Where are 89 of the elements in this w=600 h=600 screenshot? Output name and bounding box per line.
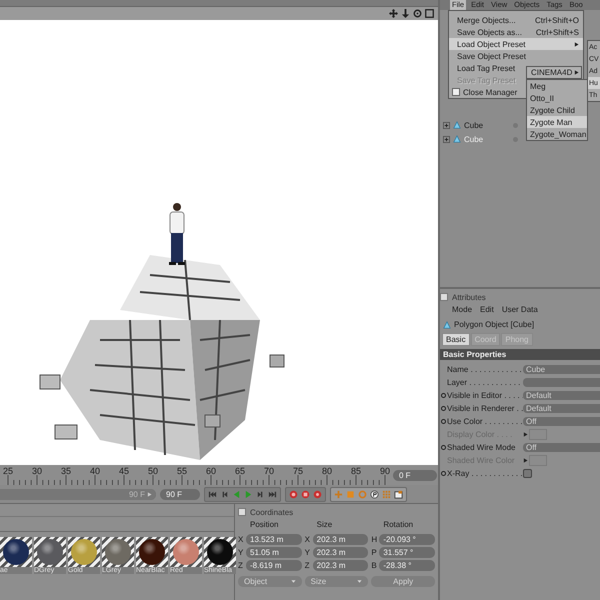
object-title: Polygon Object [Cube] [454, 320, 534, 329]
menu-entry[interactable]: Merge Objects... Ctrl+Shift+O [449, 14, 583, 26]
value-field[interactable]: 202.3 m [312, 534, 368, 545]
property-label: X-Ray . . . . . . . . . . . . [447, 469, 523, 478]
menu-entry[interactable]: Save Object Preset [449, 50, 530, 62]
dropdown[interactable]: Default [523, 404, 600, 413]
section-header: Basic Properties [440, 349, 600, 360]
dropdown[interactable]: Off [523, 417, 600, 426]
menu-entry[interactable]: Save Objects as... Ctrl+Shift+S [449, 26, 583, 38]
dropdown[interactable]: Default [523, 391, 600, 400]
end-frame-field[interactable]: 90 F [160, 488, 200, 500]
value-field[interactable]: 202.3 m [312, 547, 368, 558]
menu-item[interactable]: User Data [502, 305, 538, 314]
panel-title: Attributes [452, 292, 486, 302]
menu-entry[interactable]: Otto_II [527, 92, 587, 104]
value-field[interactable]: 13.523 m [246, 534, 302, 545]
property-label: Visible in Renderer . . [447, 404, 523, 413]
panel-title: Coordinates [250, 508, 294, 516]
axis-label: P [371, 548, 378, 557]
axis-label: Z [238, 561, 244, 570]
play-arrow-icon [147, 492, 152, 496]
axis-label: B [371, 561, 378, 570]
column-header: Size [316, 520, 334, 531]
caret-icon [357, 579, 362, 584]
size-dropdown[interactable]: Size [304, 576, 368, 587]
axis-label: X [304, 535, 311, 544]
submenu-entry[interactable]: CINEMA4D [526, 66, 582, 79]
menu-entry[interactable]: Load Object Preset [449, 38, 583, 50]
move-icon[interactable] [389, 9, 398, 18]
go-to-end-icon[interactable] [268, 490, 277, 498]
value-field[interactable]: 51.05 m [246, 547, 302, 558]
rotate-icon[interactable] [413, 9, 422, 18]
axis-label: Z [304, 561, 311, 570]
expand-icon[interactable] [443, 136, 450, 142]
submenu-arrow-icon [574, 70, 580, 75]
axis-label: H [371, 535, 378, 544]
value-field[interactable]: 202.3 m [312, 560, 368, 571]
submenu-arrow-icon [574, 42, 579, 46]
apply-button[interactable]: Apply [371, 576, 435, 587]
property-label: Layer . . . . . . . . . . . . [447, 378, 522, 387]
tab[interactable]: Basic [442, 333, 470, 346]
value-field[interactable]: -8.619 m [246, 560, 302, 571]
object-name[interactable]: Cube [464, 120, 510, 130]
timeline-ruler[interactable]: 25 30 35 40 45 50 55 60 65 70 75 80 85 90 [0, 465, 390, 485]
checkbox[interactable] [523, 469, 532, 478]
object-name[interactable]: Cube [464, 134, 510, 144]
arrow-down-icon[interactable] [401, 9, 410, 18]
dropdown[interactable]: Off [523, 443, 600, 452]
record-icon[interactable] [289, 490, 298, 498]
go-to-start-icon[interactable] [208, 490, 217, 498]
caret-icon [290, 579, 296, 584]
property-label: Use Color . . . . . . . . . [447, 417, 523, 426]
column-header: Rotation [382, 520, 414, 531]
menu-entry[interactable]: Load Tag Preset [449, 62, 520, 74]
step-back-icon[interactable] [220, 490, 229, 498]
animation-dot-icon[interactable] [441, 406, 446, 411]
text-field[interactable] [523, 378, 600, 387]
axis-label: Y [304, 548, 311, 557]
maximize-icon[interactable] [425, 9, 434, 18]
menu-entry[interactable]: Zygote_Woman [527, 128, 587, 140]
column-header: Position [249, 520, 280, 531]
animation-dot-icon[interactable] [441, 445, 446, 450]
expand-icon[interactable] [443, 122, 450, 128]
property-label: Visible in Editor . . . . . [447, 391, 523, 400]
axis-label: Y [238, 548, 244, 557]
current-frame-field[interactable]: 0 F [393, 470, 437, 480]
animation-dot-icon[interactable] [441, 393, 446, 398]
mode-dropdown[interactable]: Object [238, 576, 302, 587]
text-field[interactable]: Cube [523, 365, 600, 374]
menu-entry[interactable]: Zygote Man [527, 116, 587, 128]
axis-label: X [238, 535, 244, 544]
object-icon [443, 320, 451, 328]
value-field[interactable]: -28.38 ° [379, 560, 435, 571]
menu-entry[interactable]: Zygote Child [527, 104, 587, 116]
property-label: Shaded Wire Mode [447, 443, 516, 452]
value-field[interactable]: -20.093 ° [379, 534, 435, 545]
animation-dot-icon[interactable] [441, 419, 446, 424]
step-forward-icon[interactable] [256, 490, 265, 498]
property-label: Name . . . . . . . . . . . . [447, 365, 523, 374]
panel-checkbox[interactable] [238, 508, 246, 516]
parameter-key-icon[interactable] [370, 490, 379, 498]
menu-item[interactable]: Edit [480, 305, 494, 314]
menu-item[interactable]: Mode [452, 305, 472, 314]
person-figure [169, 203, 185, 265]
layout-icon[interactable] [394, 490, 403, 498]
animation-dot-icon[interactable] [441, 471, 446, 476]
panel-checkbox[interactable] [440, 293, 448, 301]
menu-entry[interactable]: Meg [527, 80, 587, 92]
value-field[interactable]: 31.557 ° [379, 547, 435, 558]
